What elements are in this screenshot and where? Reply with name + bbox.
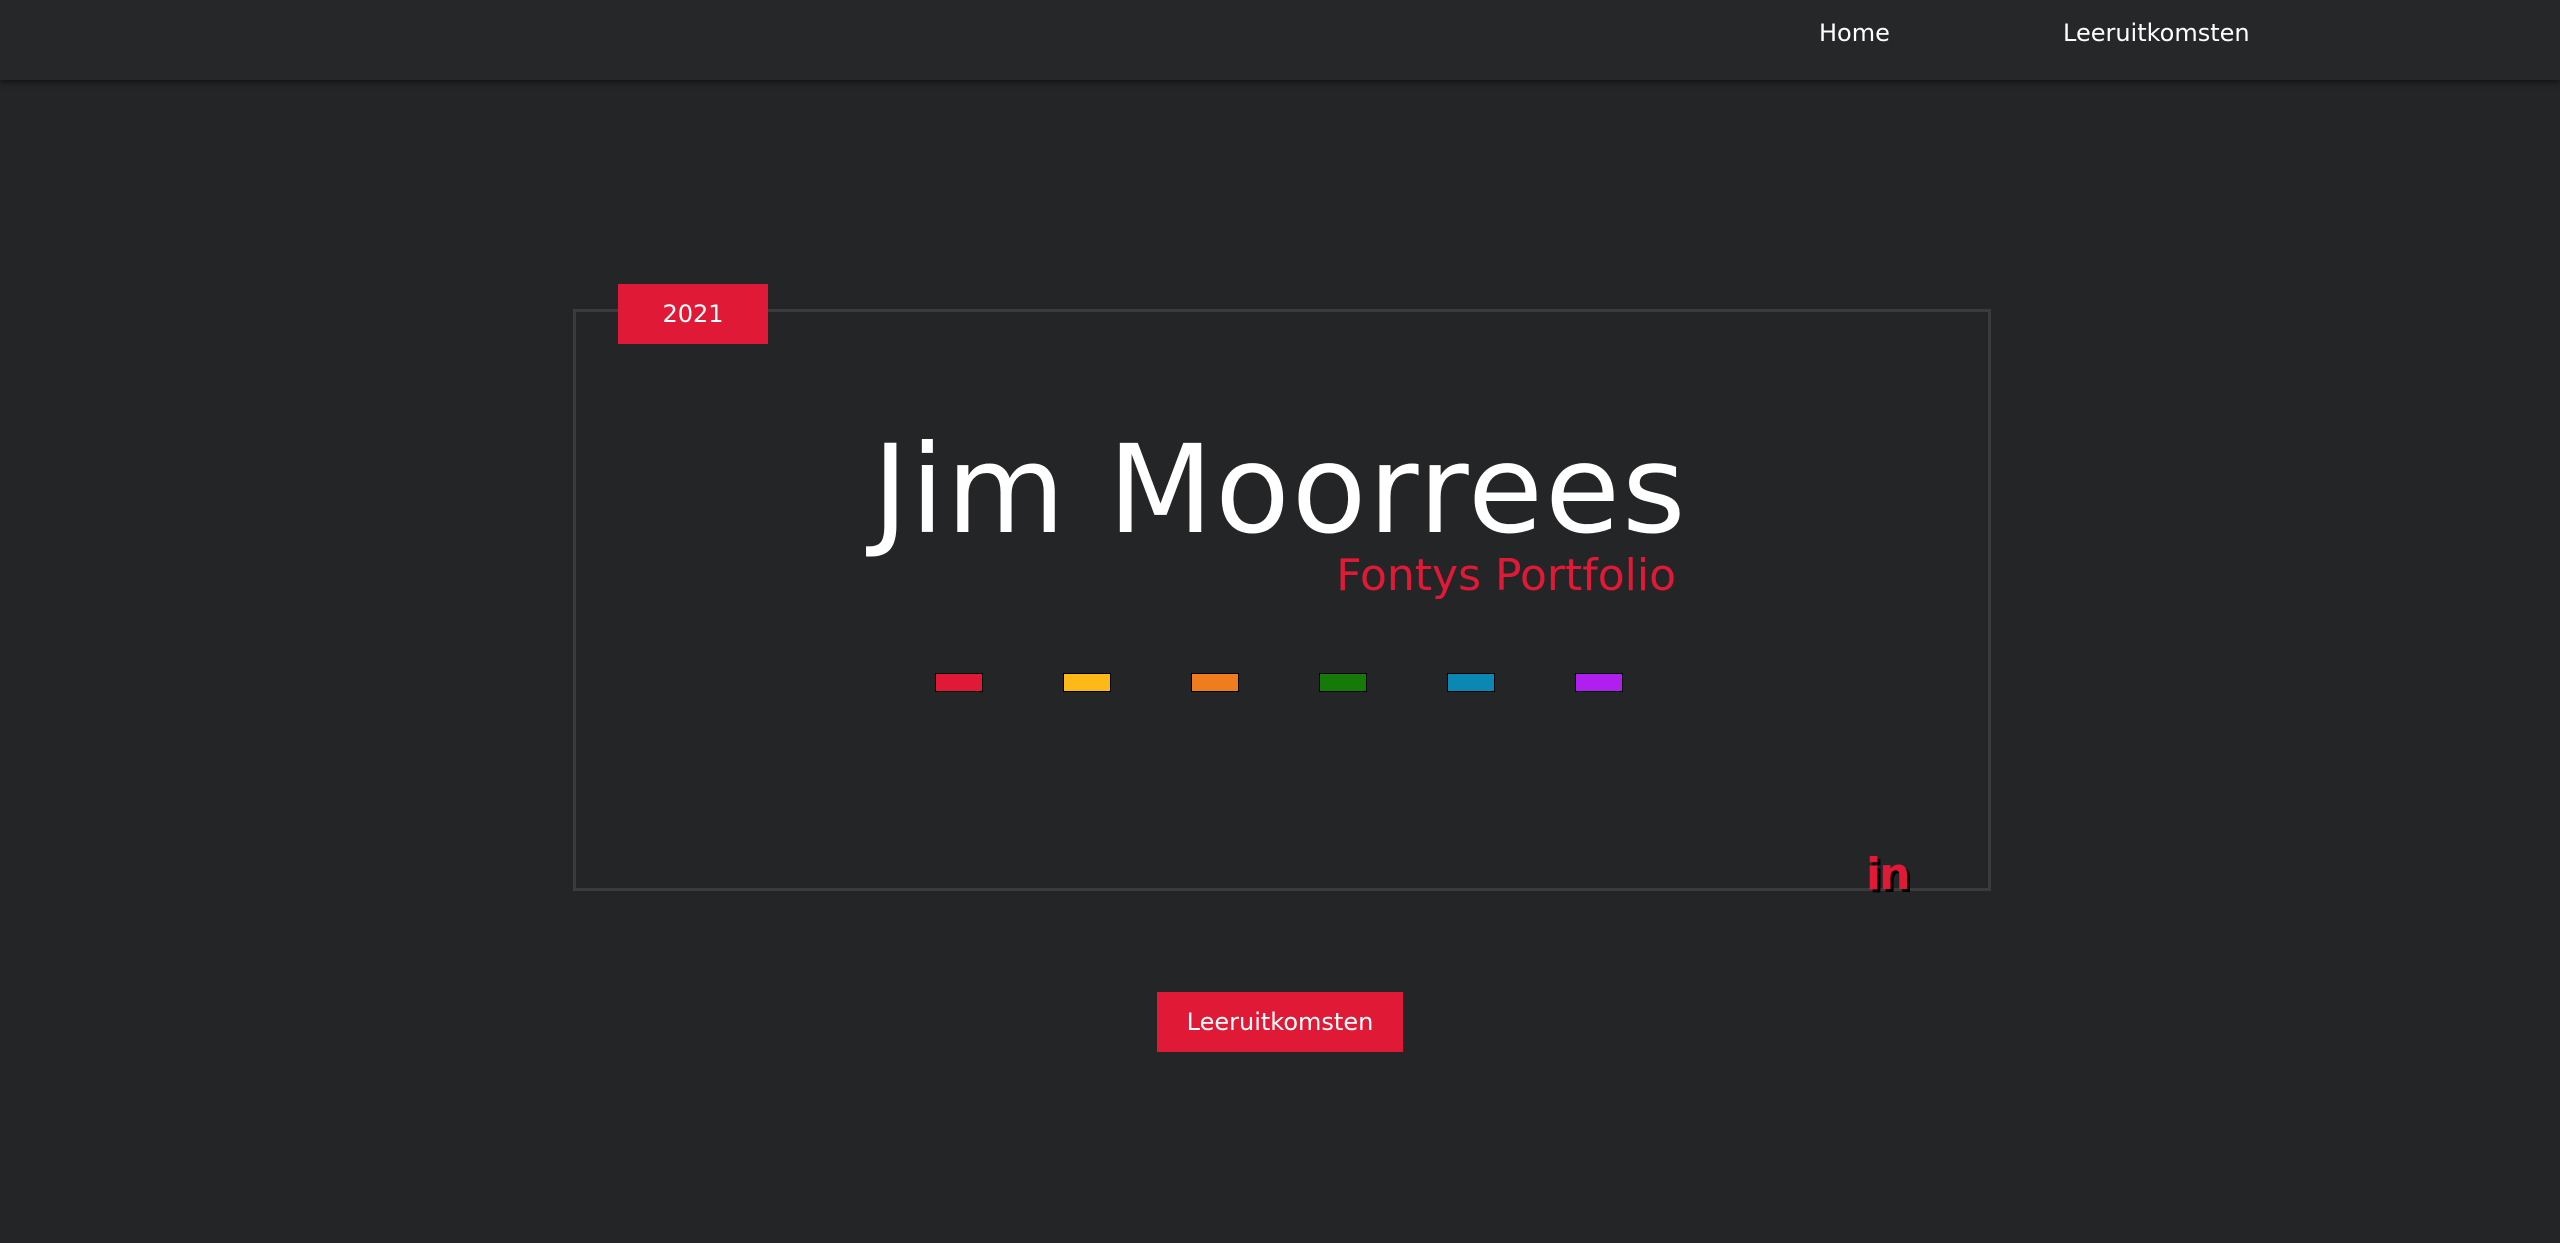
page-subtitle: Fontys Portfolio: [1336, 550, 1676, 601]
top-navbar: Home Leeruitkomsten: [0, 0, 2560, 80]
color-swatch-purple: [1575, 673, 1623, 692]
color-swatch-row: [935, 673, 1625, 693]
color-swatch-orange: [1191, 673, 1239, 692]
color-swatch-yellow: [1063, 673, 1111, 692]
page-title: Jim Moorrees: [872, 419, 1688, 561]
color-swatch-blue: [1447, 673, 1495, 692]
linkedin-icon[interactable]: in: [1866, 850, 1910, 900]
leeruitkomsten-button[interactable]: Leeruitkomsten: [1157, 992, 1403, 1052]
nav-link-leeruitkomsten[interactable]: Leeruitkomsten: [2063, 0, 2250, 66]
color-swatch-green: [1319, 673, 1367, 692]
year-badge: 2021: [618, 284, 768, 344]
color-swatch-red: [935, 673, 983, 692]
nav-link-home[interactable]: Home: [1819, 0, 1890, 66]
